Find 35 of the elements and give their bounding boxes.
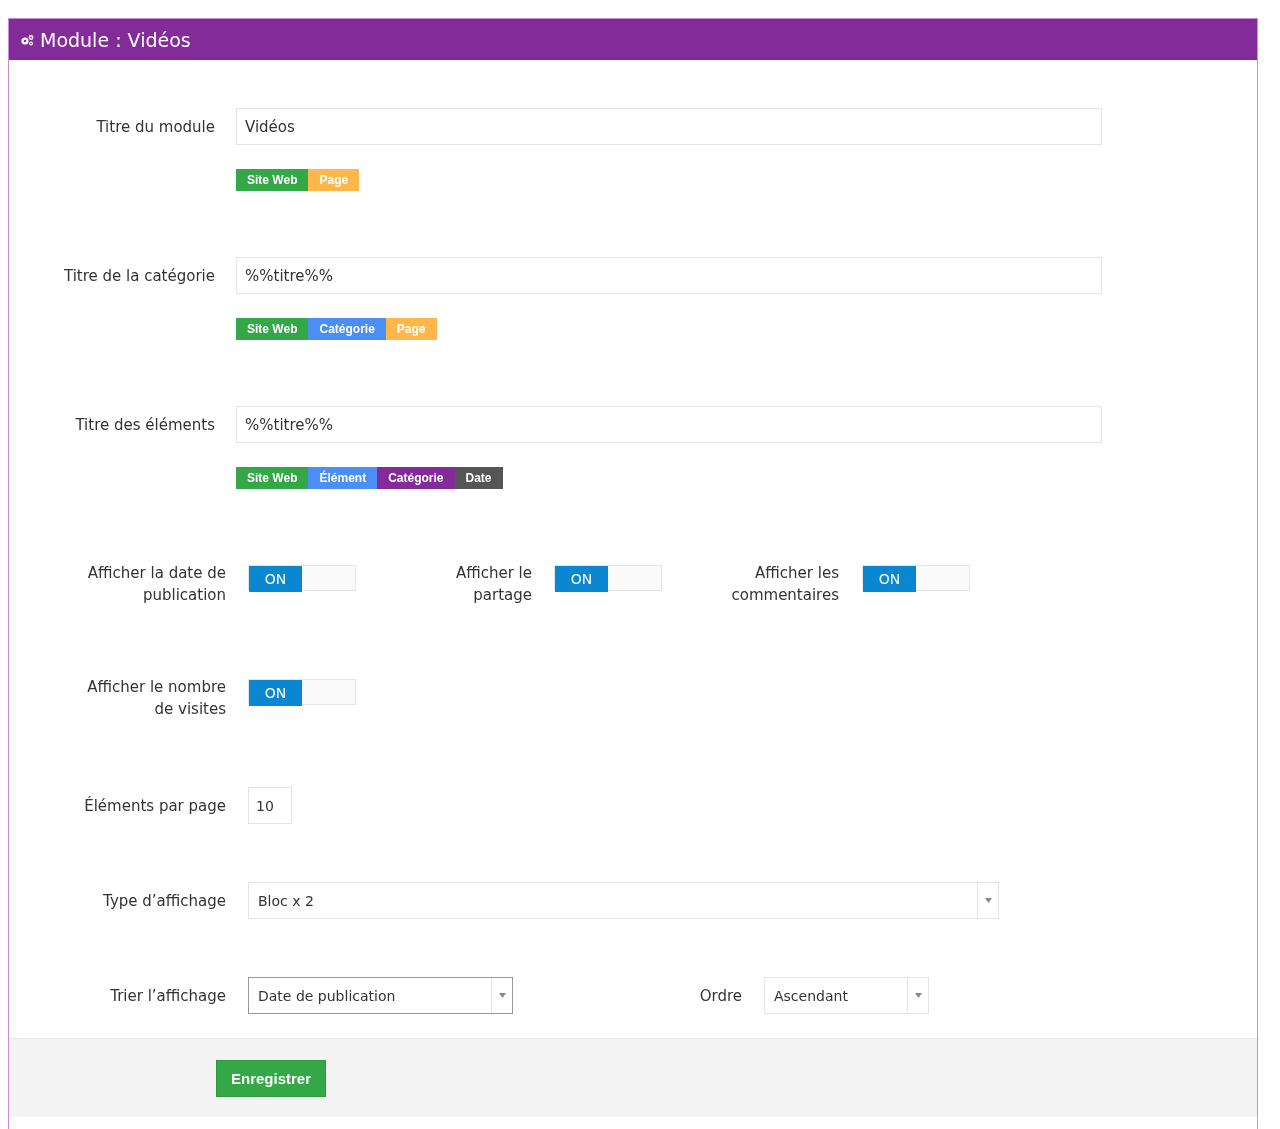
save-button[interactable]: Enregistrer [216,1059,327,1097]
text-field[interactable]: Vidéos [236,108,1102,145]
text-field[interactable]: %%titre%% [236,257,1102,294]
variable-tag[interactable]: Date [454,467,503,489]
caret-icon [498,993,506,998]
variable-tag[interactable]: Catégorie [377,467,455,489]
field-label: Afficher le partage [454,563,532,606]
field-label: Afficher la date de publication [86,563,226,606]
field-label: Titre de la catégorie [62,266,215,285]
toggle-switch[interactable]: ON [862,565,970,591]
variable-tag[interactable]: Élément [308,467,378,489]
field-label: Afficher le nombre de visites [86,677,226,720]
dropdown-select[interactable]: Ascendant [764,977,929,1014]
field-label: Éléments par page [83,795,226,817]
variable-tag[interactable]: Site Web [236,467,309,489]
toggle-switch[interactable]: ON [554,565,662,591]
field-label: Ordre [698,985,742,1007]
variable-tag[interactable]: Catégorie [308,318,386,340]
variable-tag[interactable]: Site Web [236,318,309,340]
toggle-switch[interactable]: ON [248,679,356,705]
caret-icon [914,993,922,998]
panel-title: Module : Vidéos [40,28,191,51]
field-label: Titre du module [95,117,215,136]
gears-icon [20,33,34,46]
dropdown-select[interactable]: Date de publication [248,977,513,1014]
field-label: Titre des éléments [74,415,215,434]
field-label: Afficher les commentaires [730,563,839,606]
field-label: Type d’affichage [102,890,226,912]
caret-icon [984,898,992,903]
variable-tag[interactable]: Site Web [236,169,309,191]
toggle-switch[interactable]: ON [248,565,356,591]
dropdown-select[interactable]: Bloc x 2 [248,882,999,919]
text-field[interactable]: %%titre%% [236,406,1102,443]
field-label: Trier l’affichage [109,985,226,1007]
number-field[interactable]: 10 [248,787,292,824]
